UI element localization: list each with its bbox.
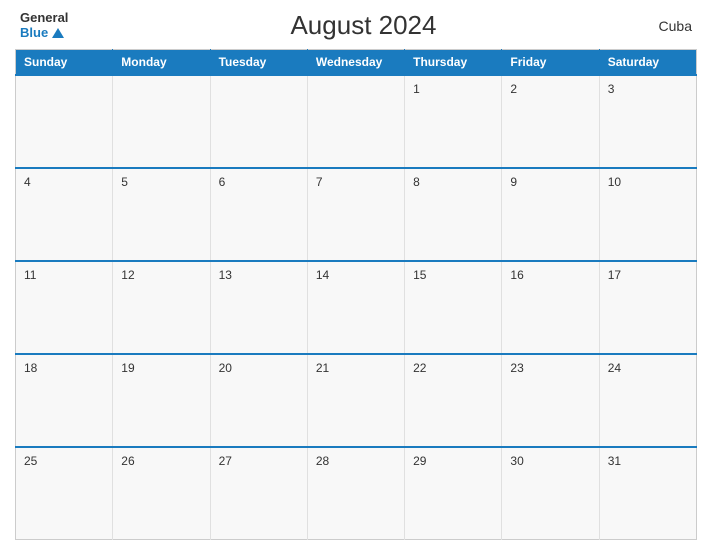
day-number: 6 xyxy=(219,175,226,189)
calendar-cell: 6 xyxy=(210,168,307,261)
calendar-cell: 29 xyxy=(405,447,502,540)
day-number: 9 xyxy=(510,175,517,189)
day-number: 20 xyxy=(219,361,232,375)
day-number: 8 xyxy=(413,175,420,189)
day-number: 31 xyxy=(608,454,621,468)
calendar-body: 1234567891011121314151617181920212223242… xyxy=(16,75,697,540)
calendar-cell xyxy=(113,75,210,168)
day-number: 30 xyxy=(510,454,523,468)
calendar-cell: 15 xyxy=(405,261,502,354)
calendar-cell: 16 xyxy=(502,261,599,354)
calendar-cell: 3 xyxy=(599,75,696,168)
calendar-cell xyxy=(16,75,113,168)
logo: General Blue xyxy=(20,11,68,40)
day-number: 15 xyxy=(413,268,426,282)
day-number: 26 xyxy=(121,454,134,468)
day-number: 28 xyxy=(316,454,329,468)
calendar-cell: 14 xyxy=(307,261,404,354)
day-number: 18 xyxy=(24,361,37,375)
calendar-week-row-4: 18 19 20 21 22 23 24 xyxy=(16,354,697,447)
header-monday: Monday xyxy=(113,50,210,76)
day-number: 12 xyxy=(121,268,134,282)
header-saturday: Saturday xyxy=(599,50,696,76)
calendar-cell: 13 xyxy=(210,261,307,354)
calendar-cell: 2 xyxy=(502,75,599,168)
day-number: 23 xyxy=(510,361,523,375)
day-number: 2 xyxy=(510,82,517,96)
day-number: 14 xyxy=(316,268,329,282)
country-label: Cuba xyxy=(659,18,692,34)
calendar-cell: 12 xyxy=(113,261,210,354)
calendar-cell: 26 xyxy=(113,447,210,540)
calendar-cell: 7 xyxy=(307,168,404,261)
calendar-week-row-2: 4 5 6 7 8 9 10 xyxy=(16,168,697,261)
calendar-cell: 11 xyxy=(16,261,113,354)
calendar-cell: 27 xyxy=(210,447,307,540)
calendar-cell: 10 xyxy=(599,168,696,261)
calendar-cell xyxy=(307,75,404,168)
day-number: 10 xyxy=(608,175,621,189)
day-number: 16 xyxy=(510,268,523,282)
page: General Blue August 2024 Cuba Sunday Mon… xyxy=(0,0,712,550)
day-number: 13 xyxy=(219,268,232,282)
calendar-cell: 9 xyxy=(502,168,599,261)
calendar-cell: 20 xyxy=(210,354,307,447)
calendar-cell: 19 xyxy=(113,354,210,447)
day-number: 19 xyxy=(121,361,134,375)
calendar-cell: 1 xyxy=(405,75,502,168)
header-wednesday: Wednesday xyxy=(307,50,404,76)
calendar-header-row: Sunday Monday Tuesday Wednesday Thursday… xyxy=(16,50,697,76)
calendar-cell: 17 xyxy=(599,261,696,354)
calendar-cell: 22 xyxy=(405,354,502,447)
header-tuesday: Tuesday xyxy=(210,50,307,76)
day-number: 29 xyxy=(413,454,426,468)
header: General Blue August 2024 Cuba xyxy=(15,10,697,41)
day-number: 4 xyxy=(24,175,31,189)
day-number: 24 xyxy=(608,361,621,375)
calendar-cell: 28 xyxy=(307,447,404,540)
calendar-cell: 8 xyxy=(405,168,502,261)
calendar-title: August 2024 xyxy=(68,10,658,41)
calendar-week-row-1: 1 2 3 xyxy=(16,75,697,168)
day-number: 3 xyxy=(608,82,615,96)
calendar-cell: 5 xyxy=(113,168,210,261)
logo-triangle-icon xyxy=(52,28,64,38)
calendar-cell xyxy=(210,75,307,168)
day-number: 21 xyxy=(316,361,329,375)
calendar-cell: 30 xyxy=(502,447,599,540)
day-number: 17 xyxy=(608,268,621,282)
header-sunday: Sunday xyxy=(16,50,113,76)
calendar-cell: 18 xyxy=(16,354,113,447)
day-number: 27 xyxy=(219,454,232,468)
calendar-cell: 25 xyxy=(16,447,113,540)
day-number: 7 xyxy=(316,175,323,189)
day-number: 25 xyxy=(24,454,37,468)
calendar-week-row-5: 25 26 27 28 29 30 31 xyxy=(16,447,697,540)
logo-blue-text: Blue xyxy=(20,26,64,40)
calendar-cell: 24 xyxy=(599,354,696,447)
day-number: 1 xyxy=(413,82,420,96)
day-number: 5 xyxy=(121,175,128,189)
logo-general-text: General xyxy=(20,11,68,25)
calendar-cell: 4 xyxy=(16,168,113,261)
header-thursday: Thursday xyxy=(405,50,502,76)
calendar-table: Sunday Monday Tuesday Wednesday Thursday… xyxy=(15,49,697,540)
calendar-cell: 23 xyxy=(502,354,599,447)
day-number: 11 xyxy=(24,268,36,282)
calendar-week-row-3: 11 12 13 14 15 16 17 xyxy=(16,261,697,354)
calendar-cell: 21 xyxy=(307,354,404,447)
day-number: 22 xyxy=(413,361,426,375)
header-friday: Friday xyxy=(502,50,599,76)
calendar-cell: 31 xyxy=(599,447,696,540)
